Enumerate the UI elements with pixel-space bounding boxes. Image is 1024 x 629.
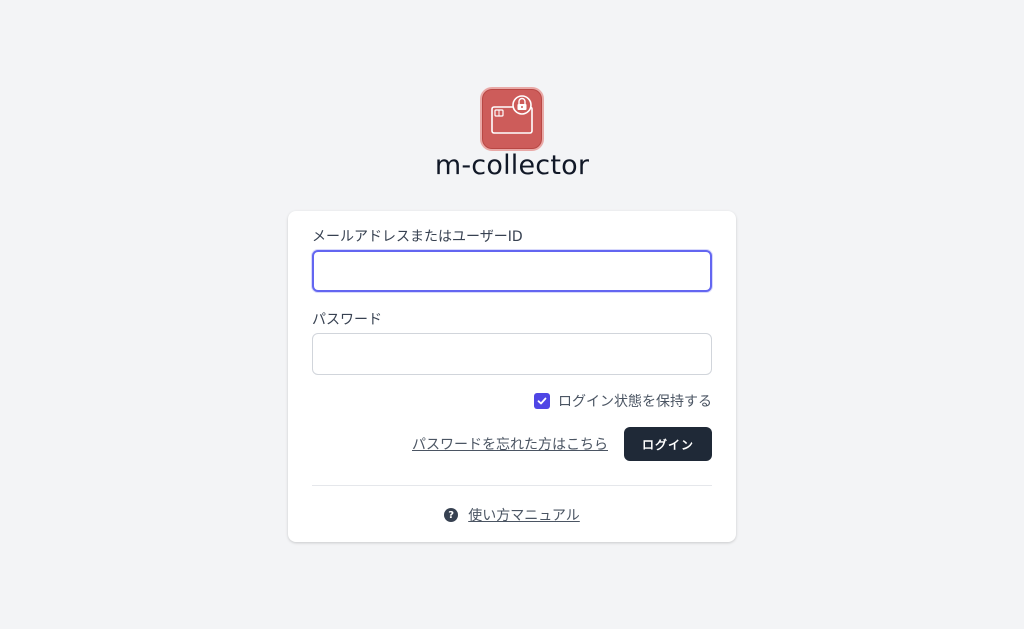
password-field[interactable] [312,333,712,375]
manual-link[interactable]: 使い方マニュアル [468,505,580,525]
app-title: m-collector [434,150,590,181]
question-circle-icon: ? [444,508,459,522]
email-label: メールアドレスまたはユーザーID [312,229,523,245]
email-field[interactable] [312,250,712,292]
remember-me[interactable]: ログイン状態を保持する [534,391,712,411]
forgot-password-link[interactable]: パスワードを忘れた方はこちら [412,434,608,454]
check-icon [537,397,547,405]
divider [312,485,712,486]
remember-label: ログイン状態を保持する [558,394,712,410]
login-card: メールアドレスまたはユーザーID パスワード ログイン状態を保持する パスワード… [288,211,736,542]
password-label: パスワード [312,312,382,328]
login-page: m-collector メールアドレスまたはユーザーID パスワード ログイン状… [0,0,1024,629]
login-button[interactable]: ログイン [624,427,712,461]
manual-row: ? 使い方マニュアル [288,505,736,525]
card-lock-icon [480,87,544,151]
remember-checkbox[interactable] [534,393,550,409]
